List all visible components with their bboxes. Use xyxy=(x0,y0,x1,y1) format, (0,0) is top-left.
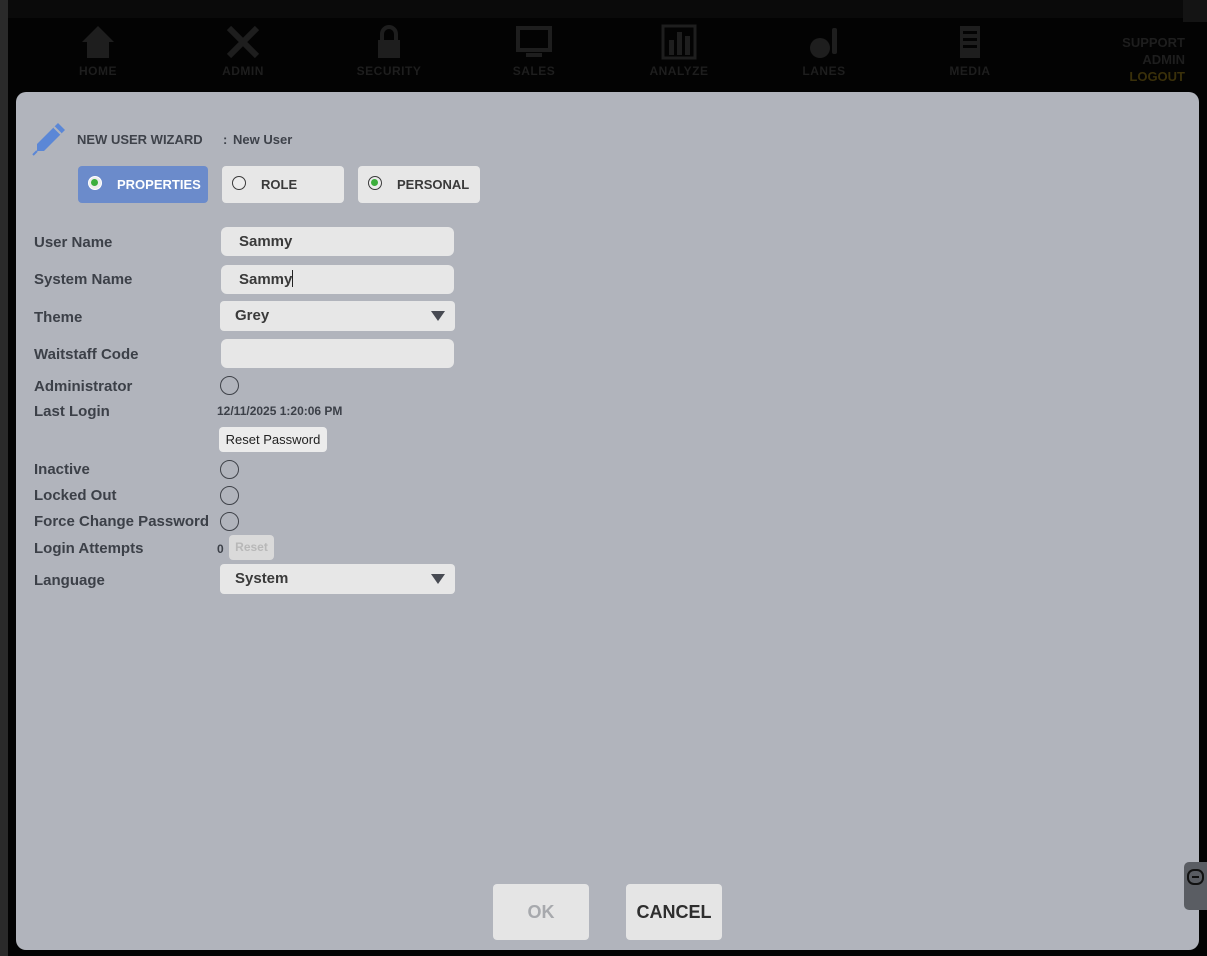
wizard-title: NEW USER WIZARD xyxy=(77,132,203,147)
last-login-value: 12/11/2025 1:20:06 PM xyxy=(217,404,343,418)
nav-label: ADMIN xyxy=(222,64,264,78)
side-handle[interactable] xyxy=(1184,862,1207,910)
new-user-wizard-dialog: NEW USER WIZARD : New User PROPERTIES RO… xyxy=(16,92,1199,950)
nav-label: SECURITY xyxy=(356,64,422,78)
home-icon xyxy=(82,26,114,58)
dropdown-arrow-icon xyxy=(431,574,445,584)
reset-password-button[interactable]: Reset Password xyxy=(219,427,327,452)
administrator-label: Administrator xyxy=(34,378,133,395)
nav-item-sales[interactable]: SALES xyxy=(489,22,579,88)
user-name: ADMIN xyxy=(1142,52,1185,67)
waitstaff-code-input[interactable] xyxy=(221,339,454,368)
top-bar xyxy=(8,0,1207,18)
inactive-label: Inactive xyxy=(34,461,90,478)
radio-icon xyxy=(88,176,102,190)
wizard-header: NEW USER WIZARD : New User xyxy=(32,120,632,156)
theme-select[interactable]: Grey xyxy=(220,301,455,331)
radio-icon xyxy=(232,176,246,190)
main-nav: HOME ADMIN SECURITY SALES ANALYZE LANES … xyxy=(8,18,1207,92)
language-label: Language xyxy=(34,572,105,589)
user-name-label: User Name xyxy=(34,234,113,251)
theme-value: Grey xyxy=(235,307,270,324)
locked-out-checkbox[interactable] xyxy=(220,486,239,505)
tab-properties[interactable]: PROPERTIES xyxy=(78,166,208,203)
text-caret xyxy=(292,270,294,287)
dropdown-arrow-icon xyxy=(431,311,445,321)
nav-label: LANES xyxy=(802,64,846,78)
theme-label: Theme xyxy=(34,309,83,326)
system-name-label: System Name xyxy=(34,271,133,288)
system-name-value: Sammy xyxy=(239,271,293,288)
tab-label: ROLE xyxy=(261,177,298,192)
login-attempts-value: 0 xyxy=(217,542,224,556)
nav-label: SALES xyxy=(512,64,556,78)
waitstaff-code-label: Waitstaff Code xyxy=(34,346,139,363)
user-name-value: Sammy xyxy=(239,233,293,250)
language-value: System xyxy=(235,570,289,587)
tab-personal[interactable]: PERSONAL xyxy=(358,166,480,203)
bar-chart-icon xyxy=(661,24,697,60)
cancel-button[interactable]: CANCEL xyxy=(626,884,722,940)
nav-item-lanes[interactable]: LANES xyxy=(779,22,869,88)
tools-icon xyxy=(226,25,260,59)
tab-label: PERSONAL xyxy=(397,177,470,192)
locked-out-label: Locked Out xyxy=(34,487,117,504)
bowling-icon xyxy=(810,28,837,58)
nav-item-home[interactable]: HOME xyxy=(53,22,143,88)
wizard-separator: : xyxy=(223,132,228,147)
user-info: SUPPORT ADMIN LOGOUT xyxy=(1122,34,1185,85)
nav-label: MEDIA xyxy=(949,64,991,78)
media-icon xyxy=(960,26,980,58)
minus-circle-icon xyxy=(1187,869,1204,885)
administrator-checkbox[interactable] xyxy=(220,376,239,395)
system-name-input[interactable]: Sammy xyxy=(221,265,454,294)
nav-item-security[interactable]: SECURITY xyxy=(344,22,434,88)
inactive-checkbox[interactable] xyxy=(220,460,239,479)
nav-item-analyze[interactable]: ANALYZE xyxy=(634,22,724,88)
login-attempts-label: Login Attempts xyxy=(34,540,144,557)
ok-button[interactable]: OK xyxy=(493,884,589,940)
left-edge-strip xyxy=(0,0,8,956)
nav-label: HOME xyxy=(79,64,117,78)
reset-login-attempts-button[interactable]: Reset xyxy=(229,535,274,560)
pencil-icon xyxy=(32,123,65,156)
nav-item-media[interactable]: MEDIA xyxy=(925,22,1015,88)
nav-label: ANALYZE xyxy=(649,64,709,78)
force-change-password-label: Force Change Password xyxy=(34,513,210,530)
monitor-icon xyxy=(516,26,552,57)
radio-icon xyxy=(368,176,382,190)
last-login-label: Last Login xyxy=(34,403,110,420)
tab-label: PROPERTIES xyxy=(117,177,201,192)
language-select[interactable]: System xyxy=(220,564,455,594)
tab-role[interactable]: ROLE xyxy=(222,166,344,203)
user-name-input[interactable]: Sammy xyxy=(221,227,454,256)
force-change-password-checkbox[interactable] xyxy=(220,512,239,531)
nav-item-admin[interactable]: ADMIN xyxy=(198,22,288,88)
wizard-subtitle: New User xyxy=(233,132,293,147)
user-role: SUPPORT xyxy=(1122,35,1185,50)
logout-link[interactable]: LOGOUT xyxy=(1122,68,1185,85)
lock-icon xyxy=(378,25,400,58)
